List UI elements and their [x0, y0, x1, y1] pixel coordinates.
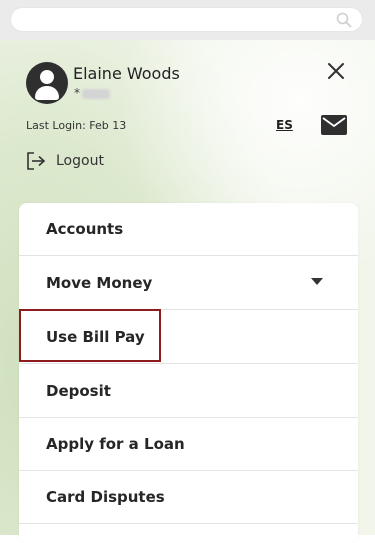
menu-item-apply-for-loan[interactable]: Apply for a Loan: [19, 418, 358, 471]
menu-item-label: Apply for a Loan: [46, 435, 185, 453]
last-login-text: Last Login: Feb 13: [26, 119, 127, 132]
menu-item-label: Accounts: [46, 220, 124, 238]
search-icon[interactable]: [336, 12, 352, 28]
mail-icon[interactable]: [321, 115, 347, 135]
menu-item-move-money[interactable]: Move Money: [19, 257, 358, 310]
chevron-down-icon[interactable]: [311, 278, 323, 286]
highlight-outline: [19, 309, 161, 362]
close-icon[interactable]: [327, 62, 345, 80]
search-input[interactable]: [10, 7, 363, 32]
menu-item-accounts[interactable]: Accounts: [19, 203, 358, 256]
language-toggle-link[interactable]: ES: [276, 118, 293, 132]
navigation-menu: Accounts Move Money Use Bill Pay Deposit…: [19, 203, 358, 543]
logout-button[interactable]: Logout: [26, 150, 104, 172]
menu-item-label: Deposit: [46, 382, 111, 400]
menu-item-label: Card Disputes: [46, 488, 165, 506]
logout-icon: [27, 152, 46, 170]
account-menu-panel: Elaine Woods * Last Login: Feb 13 ES Log…: [0, 40, 375, 543]
menu-item-deposit[interactable]: Deposit: [19, 365, 358, 418]
masked-account-number: *: [74, 86, 110, 100]
logout-label: Logout: [56, 153, 104, 169]
top-bar: [0, 0, 375, 40]
user-name: Elaine Woods: [73, 64, 180, 83]
avatar-icon: [26, 62, 68, 104]
menu-item-card-disputes[interactable]: Card Disputes: [19, 471, 358, 524]
menu-item-label: Move Money: [46, 274, 153, 292]
